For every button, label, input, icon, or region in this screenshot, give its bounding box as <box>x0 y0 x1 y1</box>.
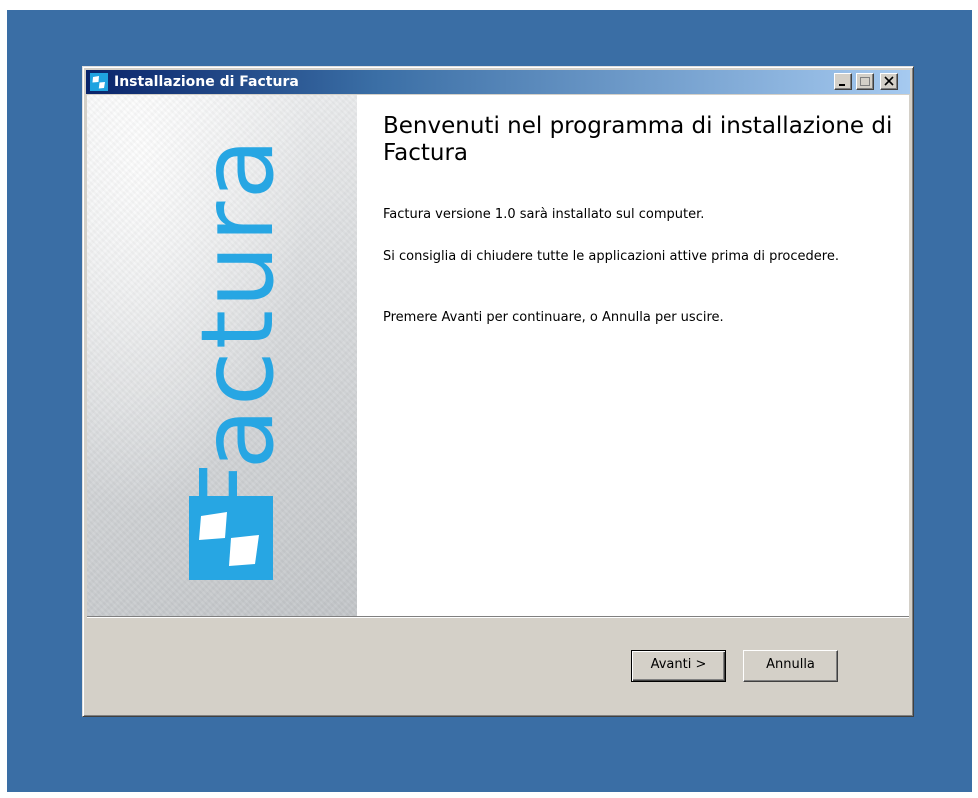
wizard-side-banner: Factura <box>87 95 357 616</box>
close-button[interactable] <box>880 73 898 90</box>
window-title: Installazione di Factura <box>114 74 299 90</box>
footer-divider <box>87 616 909 618</box>
instructions-paragraph: Premere Avanti per continuare, o Annulla… <box>383 310 724 325</box>
title-bar[interactable]: Installazione di Factura <box>86 70 910 94</box>
wizard-content: Factura Benvenuti nel programma di insta… <box>87 95 909 616</box>
maximize-icon <box>860 77 870 86</box>
factura-logo-icon <box>189 496 273 580</box>
welcome-title: Benvenuti nel programma di installazione… <box>383 113 893 166</box>
close-apps-paragraph: Si consiglia di chiudere tutte le applic… <box>383 249 839 264</box>
app-icon <box>90 73 108 91</box>
minimize-icon <box>839 84 845 86</box>
cancel-button[interactable]: Annulla <box>743 650 838 682</box>
close-icon <box>884 76 894 86</box>
installer-window: Installazione di Factura Factura Benvenu… <box>82 66 914 717</box>
minimize-button[interactable] <box>834 73 852 90</box>
version-paragraph: Factura versione 1.0 sarà installato sul… <box>383 207 705 222</box>
brand-wordmark: Factura <box>179 136 296 520</box>
next-button[interactable]: Avanti > <box>631 650 726 682</box>
maximize-button[interactable] <box>856 73 874 90</box>
